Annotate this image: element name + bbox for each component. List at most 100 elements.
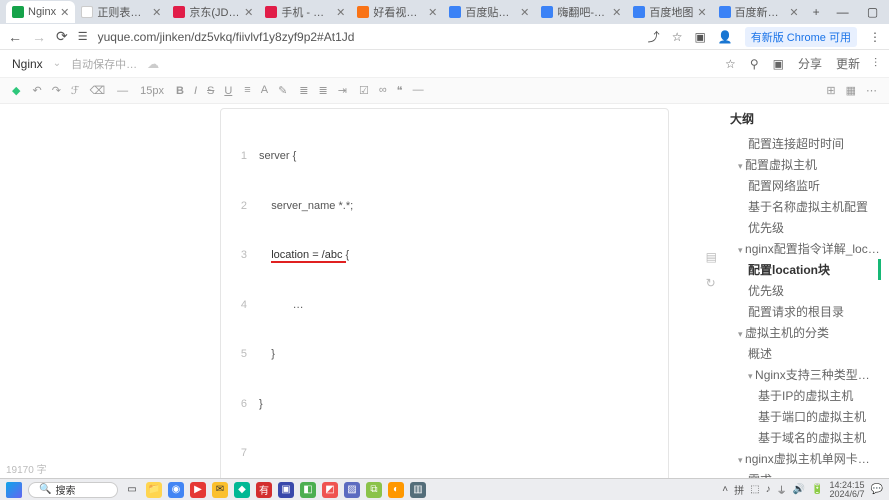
profile-icon[interactable]: 👤 <box>718 30 733 44</box>
url-text[interactable]: yuque.com/jinken/dz5vkq/fiivlvf1y8zyf9p2… <box>98 30 638 44</box>
collaborate-icon[interactable]: ⚲ <box>750 57 759 71</box>
taskbar-app-icon[interactable]: ⧉ <box>366 482 382 498</box>
redo-icon[interactable]: ↷ <box>52 84 61 97</box>
italic-icon[interactable]: I <box>194 85 197 97</box>
outline-item[interactable]: 优先级 <box>730 280 881 301</box>
browser-tab[interactable]: 百度地图✕ <box>627 1 712 23</box>
outline-item[interactable]: 优先级 <box>730 217 881 238</box>
taskbar-clock[interactable]: 14:24:15 2024/6/7 <box>830 481 865 499</box>
indent-icon[interactable]: ⇥ <box>338 84 347 97</box>
outline-item[interactable]: 配置请求的根目录 <box>730 301 881 322</box>
browser-tab[interactable]: 百度贴吧--…✕ <box>443 1 535 23</box>
update-button[interactable]: 更新 <box>836 55 860 72</box>
more-tools-icon[interactable]: ⋯ <box>866 84 877 97</box>
new-tab-button[interactable]: + <box>805 5 828 19</box>
tab-close-icon[interactable]: ✕ <box>60 6 69 19</box>
browser-tab[interactable]: 嗨翻吧-百度…✕ <box>535 1 627 23</box>
clear-format-icon[interactable]: ⌫ <box>90 84 106 97</box>
browser-tab[interactable]: Nginx ✕ <box>6 1 75 23</box>
taskbar-app-icon[interactable]: ✉ <box>212 482 228 498</box>
outline-item[interactable]: 需求 <box>730 469 881 478</box>
tray-network-icon[interactable]: ⏚ <box>777 482 787 497</box>
present-icon[interactable]: ▣ <box>773 57 784 71</box>
outline-item[interactable]: 配置虚拟主机 <box>730 154 881 175</box>
tray-app-icon[interactable]: ♪ <box>766 484 771 495</box>
outline-item[interactable]: nginx配置指令详解_location指令 <box>730 238 881 259</box>
taskbar-app-icon[interactable]: ▨ <box>344 482 360 498</box>
tray-chevron-icon[interactable]: ˄ <box>722 484 728 495</box>
number-list-icon[interactable]: ≣ <box>319 84 328 97</box>
taskbar-app-icon[interactable]: ◧ <box>300 482 316 498</box>
task-list-icon[interactable]: ☑ <box>359 84 369 97</box>
taskbar-app-icon[interactable]: ◩ <box>322 482 338 498</box>
win-minimize-icon[interactable]: — <box>828 5 858 19</box>
taskbar-app-icon[interactable]: ▣ <box>278 482 294 498</box>
code-block[interactable]: 1server { 2 server_name *.*; 3 location … <box>220 108 669 478</box>
star-icon[interactable]: ☆ <box>725 57 736 71</box>
outline-item[interactable]: 虚拟主机的分类 <box>730 322 881 343</box>
outline-item[interactable]: 基于域名的虚拟主机 <box>730 427 881 448</box>
nav-back-icon[interactable]: ← <box>8 29 22 45</box>
ai-icon[interactable]: ◆ <box>12 84 20 97</box>
link-icon[interactable]: ∞ <box>379 84 387 97</box>
divider-icon[interactable]: — <box>413 84 424 97</box>
chrome-update-badge[interactable]: 有新版 Chrome 可用 <box>745 27 857 47</box>
outline-item[interactable]: 基于端口的虚拟主机 <box>730 406 881 427</box>
paragraph-style[interactable]: — <box>117 85 128 97</box>
nav-reload-icon[interactable]: ⟳ <box>56 28 68 45</box>
font-size[interactable]: 15px <box>140 85 164 97</box>
extensions-icon[interactable]: ▣ <box>694 30 705 44</box>
taskbar-app-icon[interactable]: ◐ <box>388 482 404 498</box>
browser-tab[interactable]: 京东(JD.CO…✕ <box>167 1 259 23</box>
browser-tab[interactable]: 好看视频--…✕ <box>351 1 443 23</box>
tray-volume-icon[interactable]: 🔊 <box>793 484 805 495</box>
taskbar-app-icon[interactable]: 有 <box>256 482 272 498</box>
outline-item[interactable]: 配置网络监听 <box>730 175 881 196</box>
win-maximize-icon[interactable]: ▢ <box>858 5 888 19</box>
font-color-icon[interactable]: A <box>261 84 268 97</box>
undo-icon[interactable]: ↶ <box>32 84 41 97</box>
highlight-icon[interactable]: ✎ <box>278 84 287 97</box>
doc-dropdown-icon[interactable]: ⌄ <box>53 58 61 69</box>
underline-icon[interactable]: U <box>224 85 232 97</box>
browser-tab[interactable]: 正则表达式…✕ <box>75 1 167 23</box>
align-icon[interactable]: ≡ <box>244 84 250 97</box>
outline-item[interactable]: 配置连接超时时间 <box>730 133 881 154</box>
table-icon[interactable]: ▦ <box>846 84 856 97</box>
more-icon[interactable]: ⫶ <box>874 56 877 71</box>
refresh-side-icon[interactable]: ↻ <box>706 276 717 290</box>
nav-forward-icon[interactable]: → <box>32 29 46 45</box>
tray-pinyin-icon[interactable]: 拼 <box>734 482 744 497</box>
format-painter-icon[interactable]: ℱ <box>71 84 80 97</box>
taskbar-search[interactable]: 🔍 搜索 <box>28 482 118 498</box>
browser-tab[interactable]: 手机 - 商品…✕ <box>259 1 351 23</box>
outline-item[interactable]: 配置location块 <box>730 259 881 280</box>
outline-item[interactable]: 概述 <box>730 343 881 364</box>
strike-icon[interactable]: S <box>207 85 214 97</box>
taskbar-app-icon[interactable]: ▥ <box>410 482 426 498</box>
taskview-icon[interactable]: ▭ <box>124 482 140 498</box>
browser-menu-icon[interactable]: ⋮ <box>869 30 881 44</box>
taskbar-app-icon[interactable]: ◆ <box>234 482 250 498</box>
insert-icon[interactable]: ⊞ <box>826 84 835 97</box>
taskbar-app-icon[interactable]: ◉ <box>168 482 184 498</box>
quote-icon[interactable]: ❝ <box>397 84 403 97</box>
outline-item[interactable]: 基于IP的虚拟主机 <box>730 385 881 406</box>
outline-item[interactable]: Nginx支持三种类型的虚拟主机… <box>730 364 881 385</box>
toc-toggle-icon[interactable]: ▤ <box>706 250 717 264</box>
tray-notifications-icon[interactable]: 💬 <box>871 484 883 495</box>
taskbar-app-icon[interactable]: 📁 <box>146 482 162 498</box>
outline-item[interactable]: nginx虚拟主机单网卡多IP配置 <box>730 448 881 469</box>
share-button[interactable]: 分享 <box>798 55 822 72</box>
browser-tab[interactable]: 百度新闻--…✕ <box>713 1 805 23</box>
tray-battery-icon[interactable]: 🔋 <box>811 484 823 495</box>
bold-icon[interactable]: B <box>176 85 184 97</box>
site-info-icon[interactable]: ☰ <box>78 30 88 43</box>
bullet-list-icon[interactable]: ≣ <box>299 84 308 97</box>
outline-item[interactable]: 基于名称虚拟主机配置 <box>730 196 881 217</box>
tray-icon[interactable]: ⬚ <box>750 484 759 495</box>
translate-icon[interactable]: ⤴ <box>648 28 660 45</box>
document-content[interactable]: 1server { 2 server_name *.*; 3 location … <box>0 104 719 478</box>
star-icon[interactable]: ☆ <box>672 30 683 44</box>
start-button[interactable] <box>6 482 22 498</box>
